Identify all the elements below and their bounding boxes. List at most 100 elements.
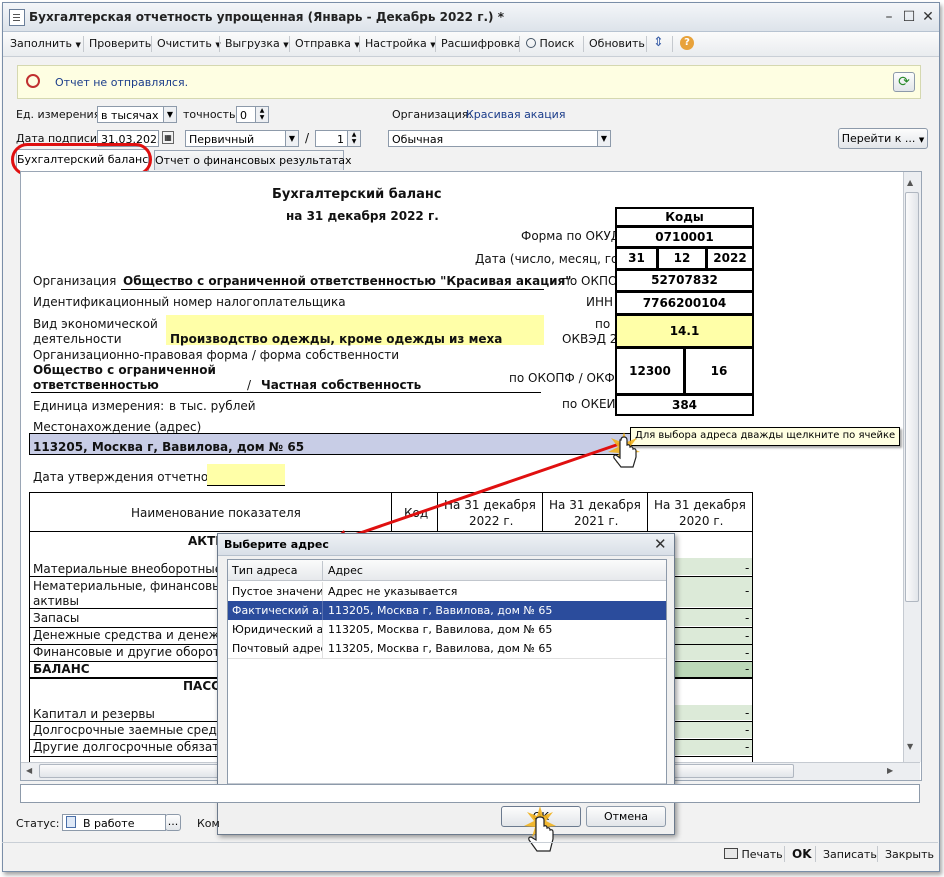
table-row-value-cell[interactable]: [673, 645, 753, 660]
date-day[interactable]: 31: [615, 247, 658, 270]
okud-label: Форма по ОКУД: [521, 229, 621, 243]
settings-menu[interactable]: Настройка ▼: [365, 37, 436, 50]
dropdown-arrow-icon: ▼: [283, 41, 289, 49]
approval-date-cell[interactable]: [207, 464, 285, 485]
comment-strip-field[interactable]: [20, 784, 920, 803]
bottom-ok-button[interactable]: OK: [792, 847, 812, 861]
table-row-value-cell[interactable]: [673, 558, 753, 575]
export-menu[interactable]: Выгрузка ▼: [225, 37, 289, 50]
unit-select[interactable]: в тысячах р: [97, 106, 164, 123]
title-bar: Бухгалтерская отчетность упрощенная (Янв…: [3, 3, 939, 32]
column-type-header[interactable]: Тип адреса: [228, 561, 323, 580]
table-row-value-cell[interactable]: [673, 662, 753, 677]
table-row-label[interactable]: Финансовые и другие оборотн: [33, 645, 228, 659]
list-item-address[interactable]: 113205, Москва г, Вавилова, дом № 65: [324, 620, 664, 639]
date-month[interactable]: 12: [657, 247, 707, 270]
correction-number-input[interactable]: 1: [315, 130, 348, 147]
table-row-label[interactable]: Капитал и резервы: [33, 707, 155, 721]
print-label: Печать: [741, 848, 783, 861]
okopf-code[interactable]: 12300: [615, 347, 685, 395]
organization-link[interactable]: Красивая акация: [466, 108, 565, 121]
report-type-select[interactable]: Первичный: [185, 130, 286, 147]
table-row-value-cell[interactable]: [673, 577, 753, 607]
refresh-button[interactable]: Обновить: [589, 37, 645, 50]
list-item-type[interactable]: Почтовый адрес: [228, 639, 323, 658]
scroll-left-icon[interactable]: ◀: [26, 766, 32, 775]
address-list[interactable]: Тип адреса Адрес Пустое значение Адрес н…: [227, 559, 667, 802]
table-row-label[interactable]: Материальные внеоборотные а: [33, 562, 233, 576]
okved-code[interactable]: 14.1: [615, 314, 754, 348]
calendar-icon[interactable]: ▦: [162, 131, 174, 144]
scroll-down-icon[interactable]: ▼: [907, 742, 913, 751]
okud-code[interactable]: 0710001: [615, 226, 754, 248]
table-row-value-cell[interactable]: [673, 705, 753, 720]
approval-date-label: Дата утверждения отчетности: [33, 470, 230, 484]
table-row-label[interactable]: БАЛАНС: [33, 662, 90, 676]
help-icon[interactable]: ?: [680, 36, 694, 50]
scroll-right-icon[interactable]: ▶: [887, 766, 893, 775]
column-address-header[interactable]: Адрес: [324, 561, 664, 580]
status-field[interactable]: В работе: [62, 814, 166, 831]
precision-spinner-icon[interactable]: ▲ ▼: [255, 106, 269, 123]
toolbar: Заполнить ▼ Проверить Очистить ▼ Выгрузк…: [3, 32, 939, 57]
precision-input[interactable]: 0: [236, 106, 256, 123]
maximize-icon[interactable]: ☐: [901, 9, 917, 25]
table-row-label[interactable]: Нематериальные, финансовые: [33, 579, 229, 593]
list-item-address[interactable]: 113205, Москва г, Вавилова, дом № 65: [324, 639, 664, 658]
ownership-value[interactable]: Частная собственность: [261, 378, 421, 392]
correction-spinner-icon[interactable]: ▲ ▼: [347, 130, 361, 147]
vertical-scrollbar[interactable]: ▲ ▼: [903, 172, 921, 762]
table-row-value-cell[interactable]: [673, 628, 753, 644]
activity-value: Производство одежды, кроме одежды из мех…: [170, 332, 503, 346]
table-row-value-cell[interactable]: [673, 740, 753, 755]
minimize-icon[interactable]: –: [881, 9, 897, 25]
goto-button[interactable]: Перейти к ... ▼: [838, 128, 928, 149]
sort-arrows-icon[interactable]: ⇕: [653, 35, 664, 50]
scroll-up-icon[interactable]: ▲: [907, 178, 913, 187]
tab-financial-results[interactable]: Отчет о финансовых результатах: [154, 150, 352, 170]
save-button[interactable]: Записать: [823, 848, 877, 861]
list-item-address[interactable]: 113205, Москва г, Вавилова, дом № 65: [324, 601, 664, 620]
fill-menu[interactable]: Заполнить ▼: [10, 37, 81, 50]
address-label: Местонахождение (адрес): [33, 420, 202, 434]
organization-name[interactable]: Общество с ограниченной ответственностью…: [123, 274, 572, 288]
okfs-code[interactable]: 16: [684, 347, 754, 395]
unit-dropdown-icon[interactable]: ▼: [163, 106, 177, 123]
decode-button[interactable]: Расшифровка: [441, 37, 521, 50]
okpo-code[interactable]: 52707832: [615, 269, 754, 292]
send-menu[interactable]: Отправка ▼: [295, 37, 360, 50]
close-button[interactable]: Закрыть: [885, 848, 934, 861]
dialog-close-icon[interactable]: ✕: [654, 535, 667, 553]
refresh-status-icon[interactable]: ⟳: [893, 72, 915, 92]
vertical-scroll-thumb[interactable]: [905, 192, 919, 602]
status-select-button[interactable]: ...: [165, 814, 181, 831]
legal-form-line2[interactable]: ответственностью: [33, 378, 159, 392]
close-icon[interactable]: ✕: [920, 9, 936, 25]
report-kind-select[interactable]: Обычная: [388, 130, 598, 147]
hand-cursor-icon: [524, 806, 556, 852]
print-button[interactable]: Печать: [724, 848, 783, 861]
table-row-label[interactable]: Запасы: [33, 611, 79, 625]
table-row-label[interactable]: Другие долгосрочные обязате.: [33, 740, 230, 754]
search-button[interactable]: Поиск: [526, 37, 574, 50]
report-kind-dropdown-icon[interactable]: ▼: [597, 130, 611, 147]
cancel-button[interactable]: Отмена: [586, 806, 666, 827]
report-type-dropdown-icon[interactable]: ▼: [285, 130, 299, 147]
okei-code[interactable]: 384: [615, 394, 754, 416]
clear-menu[interactable]: Очистить ▼: [157, 37, 221, 50]
legal-form-line1[interactable]: Общество с ограниченной: [33, 363, 216, 377]
inn-code[interactable]: 7766200104: [615, 291, 754, 315]
table-row-label[interactable]: Долгосрочные заемные средст: [33, 723, 230, 737]
table-row-value-cell[interactable]: [673, 609, 753, 626]
check-button[interactable]: Проверить: [89, 37, 151, 50]
list-item-address[interactable]: Адрес не указывается: [324, 582, 664, 601]
table-row-label[interactable]: Денежные средства и денежн: [33, 628, 227, 642]
okei-label: по ОКЕИ: [562, 397, 616, 411]
list-item-type[interactable]: Юридический а...: [228, 620, 323, 639]
fill-label: Заполнить: [10, 37, 72, 50]
list-item-type[interactable]: Пустое значение: [228, 582, 323, 601]
table-row-value-cell[interactable]: [673, 722, 753, 738]
toolbar-separator: [219, 36, 220, 52]
list-item-type[interactable]: Фактический а...: [228, 601, 323, 620]
date-year[interactable]: 2022: [706, 247, 754, 270]
